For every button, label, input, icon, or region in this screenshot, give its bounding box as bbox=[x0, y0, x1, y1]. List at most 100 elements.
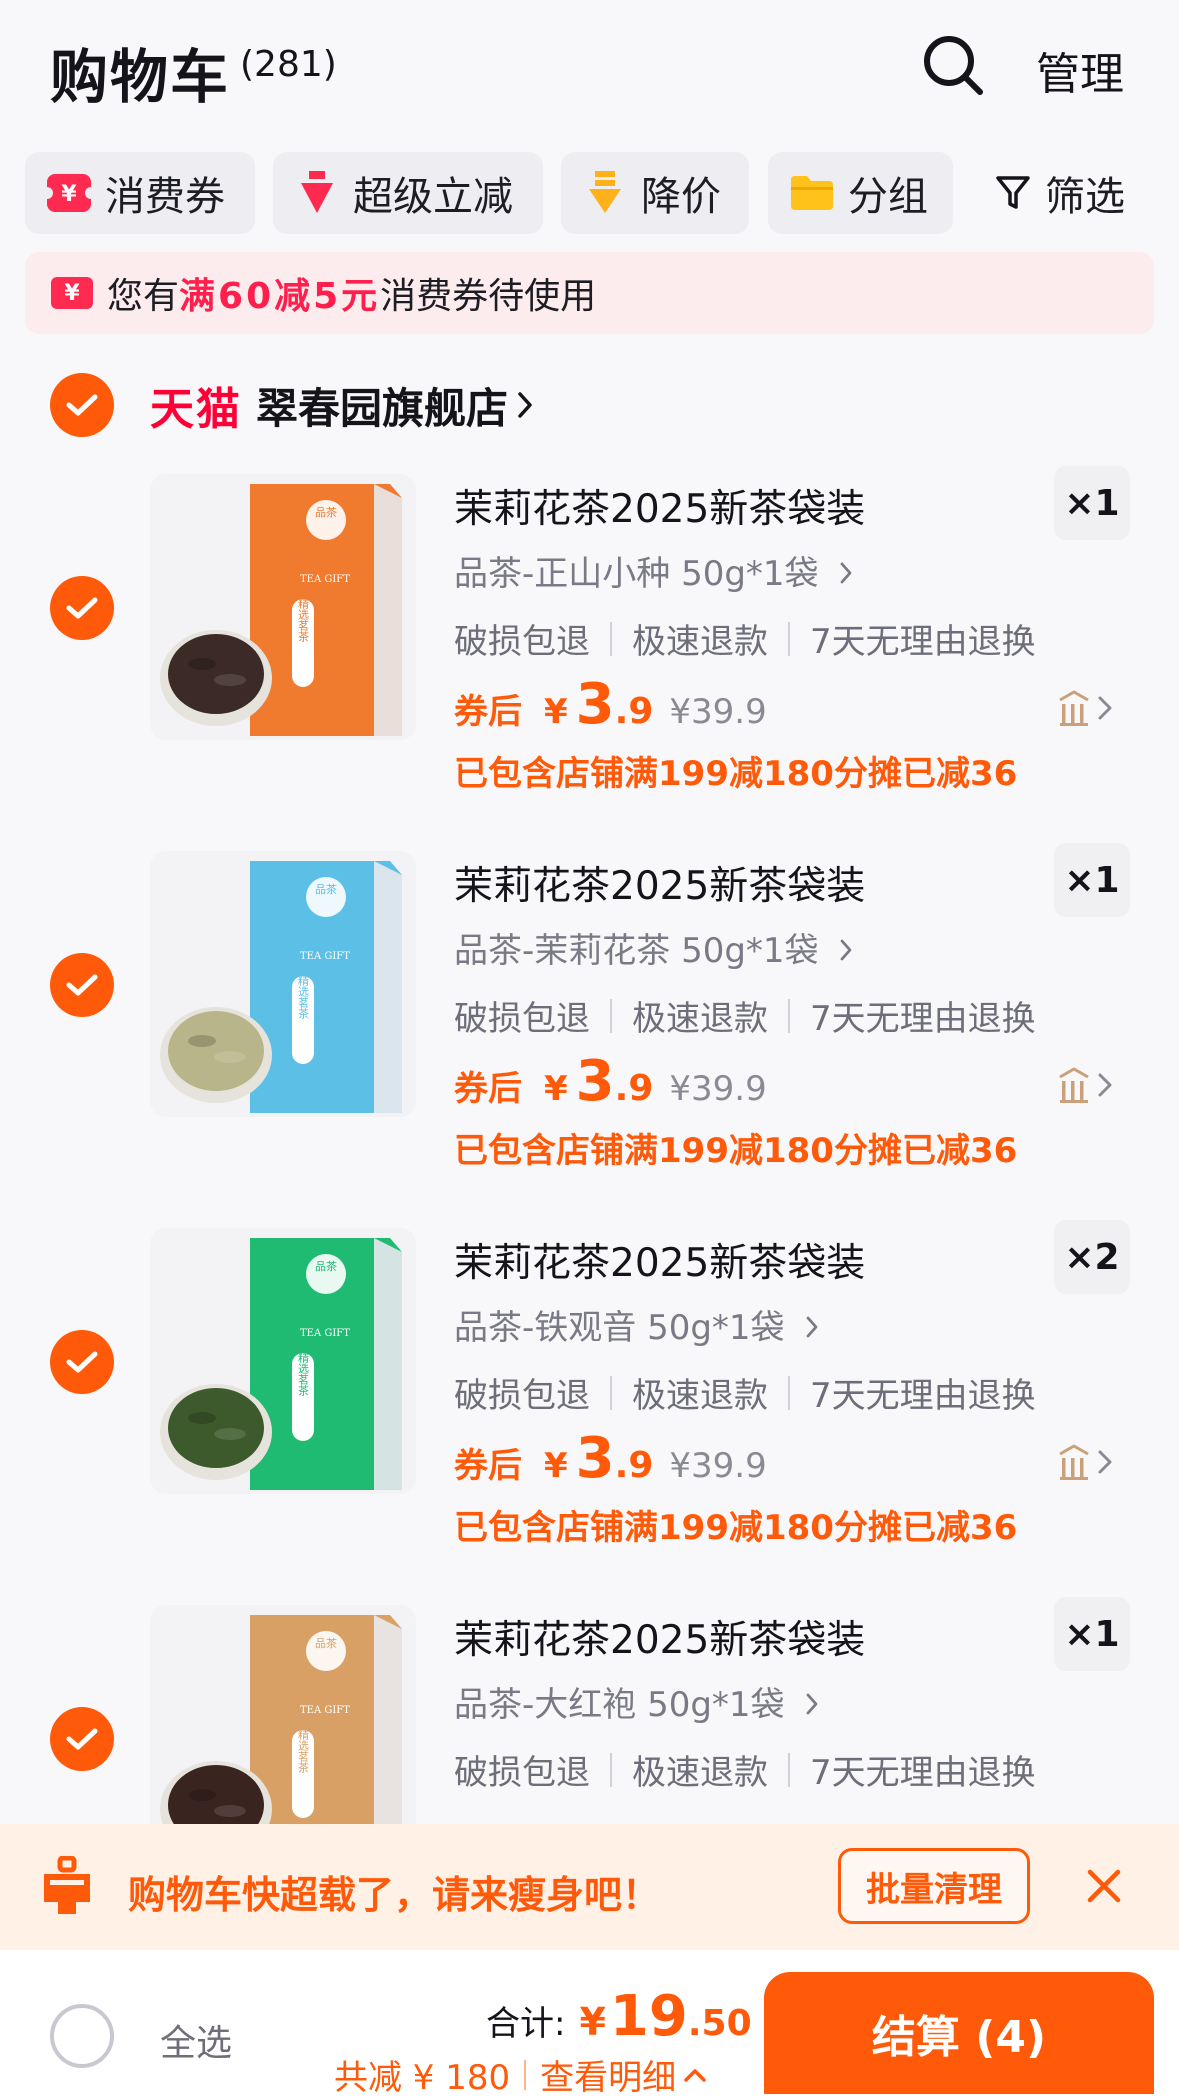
quantity-badge[interactable]: ×1 bbox=[1054, 843, 1130, 917]
bulk-clean-button[interactable]: 批量清理 bbox=[838, 1848, 1030, 1924]
divider bbox=[610, 621, 612, 656]
sku-label: 品茶-正山小种 50g*1袋 bbox=[454, 554, 819, 594]
item-checkbox[interactable] bbox=[50, 1330, 114, 1394]
service-tag: 极速退款 bbox=[632, 622, 768, 662]
price-history-icon[interactable] bbox=[1056, 1065, 1116, 1105]
service-tag: 7天无理由退换 bbox=[810, 999, 1036, 1039]
store-name[interactable]: 翠春园旗舰店 bbox=[256, 375, 508, 436]
chevron-up-icon[interactable] bbox=[682, 2066, 708, 2084]
original-price: ¥39.9 bbox=[669, 1446, 767, 1486]
price-decimal: .9 bbox=[614, 1445, 654, 1486]
original-price: ¥39.9 bbox=[669, 1069, 767, 1109]
quantity-badge[interactable]: ×1 bbox=[1054, 466, 1130, 540]
coupon-icon: ¥ bbox=[47, 171, 91, 215]
sku-label: 品茶-铁观音 50g*1袋 bbox=[454, 1308, 785, 1348]
product-image[interactable]: 品茶 TEA GIFT 精选茗茶 bbox=[150, 1228, 416, 1494]
divider bbox=[788, 998, 790, 1033]
close-icon[interactable] bbox=[1084, 1866, 1124, 1906]
checkout-button[interactable]: 结算 (4) bbox=[764, 1972, 1154, 2094]
filter-button-label: 筛选 bbox=[1045, 174, 1125, 220]
price-history-icon[interactable] bbox=[1056, 1442, 1116, 1482]
discount-note: 已包含店铺满199减180分摊已减36 bbox=[454, 1508, 1018, 1548]
search-icon[interactable] bbox=[920, 32, 986, 98]
total-label: 合计: bbox=[486, 2004, 566, 2044]
savings-row: 共减 ¥ 180 查看明细 bbox=[334, 2050, 708, 2097]
manage-button[interactable]: 管理 bbox=[1036, 38, 1124, 102]
cart-item[interactable]: 品茶 TEA GIFT 精选茗茶 茉莉花茶2025新茶袋装 ×2 品茶-铁观音 … bbox=[0, 1220, 1179, 1604]
down-arrow-icon bbox=[295, 171, 339, 215]
quantity-badge[interactable]: ×2 bbox=[1054, 1220, 1130, 1294]
cart-item[interactable]: 品茶 TEA GIFT 精选茗茶 茉莉花茶2025新茶袋装 ×1 品茶-正山小种… bbox=[0, 466, 1179, 850]
filter-chip-super-discount[interactable]: 超级立减 bbox=[273, 152, 543, 234]
price-label: 券后 bbox=[454, 692, 522, 732]
chevron-right-icon bbox=[806, 1316, 818, 1338]
item-title[interactable]: 茉莉花茶2025新茶袋装 bbox=[454, 478, 865, 534]
price-integer: 3 bbox=[575, 1049, 615, 1114]
quantity-badge[interactable]: ×1 bbox=[1054, 1597, 1130, 1671]
bag-tea-gift-text: TEA GIFT bbox=[300, 1328, 350, 1339]
service-tags: 破损包退 极速退款 7天无理由退换 bbox=[454, 991, 1036, 1040]
store-header: 天猫 翠春园旗舰店 bbox=[50, 372, 534, 438]
filter-chip-price-drop[interactable]: 降价 bbox=[561, 152, 749, 234]
select-all-checkbox[interactable] bbox=[50, 2004, 114, 2068]
discount-note: 已包含店铺满199减180分摊已减36 bbox=[454, 1131, 1018, 1171]
price-row: 券后 ¥ 3 .9 ¥39.9 bbox=[454, 1049, 767, 1119]
sku-selector[interactable]: 品茶-茉莉花茶 50g*1袋 bbox=[454, 923, 853, 972]
cart-page: 购物车 (281) 管理 ¥ 消费券 超级立减 降价 分组 筛选 ¥ 您有 满6… bbox=[0, 0, 1179, 2097]
filter-chip-group[interactable]: 分组 bbox=[768, 152, 953, 234]
check-icon bbox=[66, 1728, 98, 1750]
service-tags: 破损包退 极速退款 7天无理由退换 bbox=[454, 1368, 1036, 1417]
total-currency: ¥ bbox=[579, 2000, 606, 2044]
service-tag: 7天无理由退换 bbox=[810, 1753, 1036, 1793]
price-integer: 3 bbox=[575, 1426, 615, 1491]
tmall-logo: 天猫 bbox=[150, 384, 242, 435]
sku-selector[interactable]: 品茶-正山小种 50g*1袋 bbox=[454, 546, 853, 595]
check-icon bbox=[66, 597, 98, 619]
view-details-link[interactable]: 查看明细 bbox=[540, 2050, 676, 2097]
cart-item[interactable]: 品茶 TEA GIFT 精选茗茶 茉莉花茶2025新茶袋装 ×1 品茶-茉莉花茶… bbox=[0, 843, 1179, 1227]
item-title[interactable]: 茉莉花茶2025新茶袋装 bbox=[454, 855, 865, 911]
filter-chip-coupon[interactable]: ¥ 消费券 bbox=[25, 152, 255, 234]
coupon-prefix: 您有 bbox=[107, 276, 180, 317]
select-all-label[interactable]: 全选 bbox=[160, 2014, 232, 2066]
luggage-icon bbox=[44, 1856, 90, 1914]
item-title[interactable]: 茉莉花茶2025新茶袋装 bbox=[454, 1232, 865, 1288]
price-drop-icon bbox=[583, 171, 627, 215]
total-decimal: .50 bbox=[687, 2003, 752, 2044]
price-history-icon[interactable] bbox=[1056, 688, 1116, 728]
header: 购物车 (281) 管理 bbox=[0, 0, 1179, 130]
filter-button[interactable]: 筛选 bbox=[995, 152, 1125, 234]
store-checkbox[interactable] bbox=[50, 373, 114, 437]
product-image[interactable]: 品茶 TEA GIFT 精选茗茶 bbox=[150, 474, 416, 740]
check-icon bbox=[66, 394, 98, 416]
filter-chip-label: 超级立减 bbox=[353, 174, 513, 220]
bag-top-text: 品茶 bbox=[315, 1637, 337, 1650]
item-checkbox[interactable] bbox=[50, 1707, 114, 1771]
price-label: 券后 bbox=[454, 1069, 522, 1109]
item-title[interactable]: 茉莉花茶2025新茶袋装 bbox=[454, 1609, 865, 1665]
coupon-icon: ¥ bbox=[51, 277, 93, 309]
divider bbox=[610, 1752, 612, 1787]
chevron-right-icon bbox=[840, 939, 852, 961]
service-tag: 极速退款 bbox=[632, 999, 768, 1039]
coupon-suffix: 消费券待使用 bbox=[380, 276, 597, 317]
service-tag: 破损包退 bbox=[454, 622, 590, 662]
chevron-right-icon bbox=[840, 562, 852, 584]
price-currency: ¥ bbox=[544, 692, 568, 732]
bag-tea-gift-text: TEA GIFT bbox=[300, 1705, 350, 1716]
original-price: ¥39.9 bbox=[669, 692, 767, 732]
product-image[interactable]: 品茶 TEA GIFT 精选茗茶 bbox=[150, 851, 416, 1117]
funnel-icon bbox=[995, 174, 1031, 212]
sku-selector[interactable]: 品茶-铁观音 50g*1袋 bbox=[454, 1300, 819, 1349]
page-title: 购物车 bbox=[50, 43, 231, 111]
sku-selector[interactable]: 品茶-大红袍 50g*1袋 bbox=[454, 1677, 819, 1726]
price-decimal: .9 bbox=[614, 1068, 654, 1109]
service-tag: 7天无理由退换 bbox=[810, 622, 1036, 662]
item-checkbox[interactable] bbox=[50, 953, 114, 1017]
item-checkbox[interactable] bbox=[50, 576, 114, 640]
filter-bar: ¥ 消费券 超级立减 降价 分组 筛选 bbox=[25, 152, 1179, 234]
chevron-right-icon[interactable] bbox=[516, 390, 534, 420]
check-icon bbox=[66, 974, 98, 996]
service-tag: 极速退款 bbox=[632, 1376, 768, 1416]
coupon-banner[interactable]: ¥ 您有 满60减5元 消费券待使用 bbox=[25, 252, 1154, 334]
